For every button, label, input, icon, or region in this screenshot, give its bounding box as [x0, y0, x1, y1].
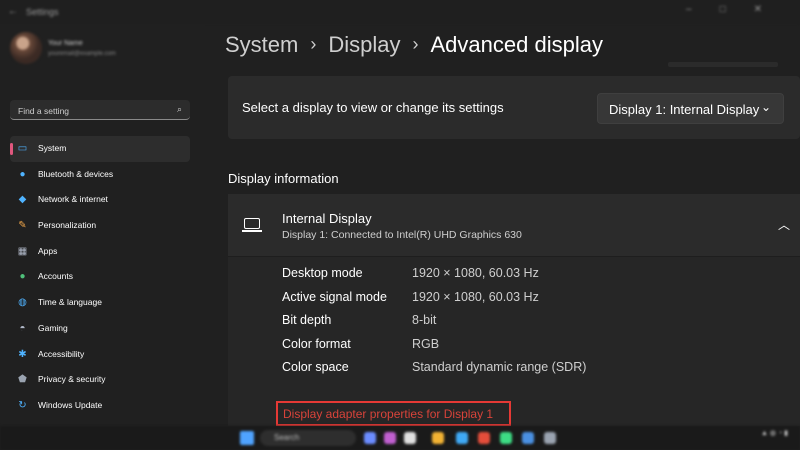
sidebar-item-time-language[interactable]: ◍ Time & language — [10, 290, 190, 316]
display-select-value: Display 1: Internal Display — [609, 102, 760, 117]
property-value: 1920 × 1080, 60.03 Hz — [412, 289, 539, 304]
update-icon: ↻ — [18, 399, 27, 411]
sidebar-item-label: Windows Update — [38, 399, 103, 410]
property-row: Active signal mode 1920 × 1080, 60.03 Hz — [282, 290, 782, 314]
display-select-label: Select a display to view or change its s… — [242, 100, 504, 115]
app-title: Settings — [26, 7, 59, 17]
property-row: Color format RGB — [282, 337, 782, 361]
sidebar-item-label: Time & language — [38, 297, 102, 308]
breadcrumb-separator-icon: › — [412, 34, 419, 54]
avatar — [10, 32, 42, 64]
sidebar-item-accounts[interactable]: ● Accounts — [10, 264, 190, 290]
taskbar-app-icon[interactable] — [544, 432, 556, 444]
property-label: Bit depth — [282, 313, 332, 327]
chevron-up-icon[interactable]: ︿ — [778, 216, 790, 233]
display-info-header[interactable]: Internal Display Display 1: Connected to… — [228, 194, 800, 257]
property-value: 8-bit — [412, 313, 437, 327]
property-row: Bit depth 8-bit — [282, 313, 782, 337]
main-content: System › Display › Advanced display Select a… — [205, 24, 800, 426]
sidebar-item-label: Privacy & security — [38, 374, 106, 385]
taskbar-app-icon[interactable] — [478, 432, 490, 444]
breadcrumb: System › Display › Advanced display — [225, 32, 603, 58]
system-icon: ▭ — [17, 143, 28, 154]
sidebar-item-windows-update[interactable]: ↻ Windows Update — [10, 393, 190, 419]
taskbar-app-icon[interactable] — [432, 432, 444, 444]
globe-icon: ◍ — [18, 297, 27, 309]
profile-email: youremail@example.com — [48, 51, 116, 57]
bluetooth-icon: ● — [19, 168, 26, 180]
user-profile[interactable]: Your Name youremail@example.com — [10, 32, 200, 72]
sidebar-item-label: Personalization — [38, 220, 97, 231]
taskbar-app-icon[interactable] — [384, 432, 396, 444]
property-value: Standard dynamic range (SDR) — [412, 360, 587, 374]
gamepad-icon: ◓ — [19, 322, 26, 334]
sidebar-item-apps[interactable]: ▦ Apps — [10, 239, 190, 265]
taskbar-search[interactable]: Search — [260, 430, 356, 446]
property-label: Desktop mode — [282, 266, 363, 280]
apps-icon: ▦ — [17, 245, 28, 257]
highlight-box: Display adapter properties for Display 1 — [276, 401, 511, 426]
accounts-icon: ● — [19, 271, 26, 283]
display-subtitle: Display 1: Connected to Intel(R) UHD Gra… — [282, 229, 522, 241]
sidebar-item-bluetooth[interactable]: ● Bluetooth & devices — [10, 162, 190, 188]
property-label: Color format — [282, 336, 351, 351]
display-select-dropdown[interactable]: Display 1: Internal Display ⌄ — [597, 93, 784, 124]
brush-icon: ✎ — [18, 220, 27, 232]
sidebar-item-label: Network & internet — [38, 194, 108, 205]
breadcrumb-display[interactable]: Display — [328, 32, 400, 57]
monitor-icon — [242, 218, 262, 232]
profile-name: Your Name — [48, 40, 83, 47]
property-value: 1920 × 1080, 60.03 Hz — [412, 266, 539, 280]
property-label: Active signal mode — [282, 289, 387, 304]
display-select-card: Select a display to view or change its s… — [228, 76, 800, 139]
property-value: RGB — [412, 336, 440, 351]
wifi-icon: ◆ — [18, 194, 27, 206]
taskbar-search-label: Search — [274, 433, 300, 442]
search-placeholder: Find a setting — [18, 106, 70, 116]
taskbar-app-icon[interactable] — [456, 432, 468, 444]
sidebar-item-personalization[interactable]: ✎ Personalization — [10, 213, 190, 239]
chevron-down-icon: ⌄ — [760, 100, 771, 114]
breadcrumb-separator-icon: › — [310, 34, 317, 54]
taskbar-app-icon[interactable] — [404, 432, 416, 444]
sidebar-item-label: System — [38, 143, 67, 153]
display-adapter-properties-link[interactable]: Display adapter properties for Display 1 — [283, 407, 493, 421]
sidebar-item-gaming[interactable]: ◓ Gaming — [10, 316, 190, 342]
breadcrumb-system[interactable]: System — [225, 32, 298, 57]
accessibility-icon: ✱ — [18, 348, 27, 360]
section-title: Display information — [228, 171, 339, 186]
search-input[interactable]: Find a setting ⌕ — [10, 100, 190, 120]
back-arrow-icon[interactable]: ← — [8, 6, 18, 17]
sidebar-item-privacy[interactable]: ⬟ Privacy & security — [10, 367, 190, 393]
display-name: Internal Display — [282, 211, 372, 226]
sidebar-item-label: Gaming — [38, 322, 68, 333]
window-controls[interactable]: –□✕ — [686, 4, 790, 15]
sidebar-item-label: Accounts — [38, 271, 73, 282]
scroll-indicator — [668, 62, 778, 67]
property-row: Color space Standard dynamic range (SDR) — [282, 360, 782, 384]
sidebar-item-network[interactable]: ◆ Network & internet — [10, 187, 190, 213]
display-info-card: Internal Display Display 1: Connected to… — [228, 194, 800, 426]
taskbar-app-icon[interactable] — [522, 432, 534, 444]
sidebar-item-label: Bluetooth & devices — [38, 168, 114, 179]
sidebar-item-accessibility[interactable]: ✱ Accessibility — [10, 342, 190, 368]
property-row: Desktop mode 1920 × 1080, 60.03 Hz — [282, 266, 782, 290]
start-button-icon[interactable] — [240, 431, 254, 445]
sidebar: Your Name youremail@example.com Find a s… — [0, 24, 205, 426]
sidebar-item-system[interactable]: ▭ System — [10, 136, 190, 162]
taskbar: Search ▲ ◍ ◔ ▮ — [0, 426, 800, 450]
system-tray[interactable]: ▲ ◍ ◔ ▮ — [761, 430, 788, 438]
title-bar: ← Settings –□✕ — [0, 0, 800, 24]
taskbar-app-icon[interactable] — [364, 432, 376, 444]
sidebar-item-label: Accessibility — [38, 348, 85, 359]
sidebar-nav: ▭ System ● Bluetooth & devices ◆ Network… — [10, 136, 190, 419]
property-label: Color space — [282, 360, 349, 374]
shield-icon: ⬟ — [18, 374, 27, 386]
search-icon[interactable]: ⌕ — [177, 104, 182, 115]
taskbar-app-icon[interactable] — [500, 432, 512, 444]
sidebar-item-label: Apps — [38, 245, 58, 256]
display-properties: Desktop mode 1920 × 1080, 60.03 Hz Activ… — [282, 266, 782, 384]
page-title: Advanced display — [430, 32, 603, 57]
